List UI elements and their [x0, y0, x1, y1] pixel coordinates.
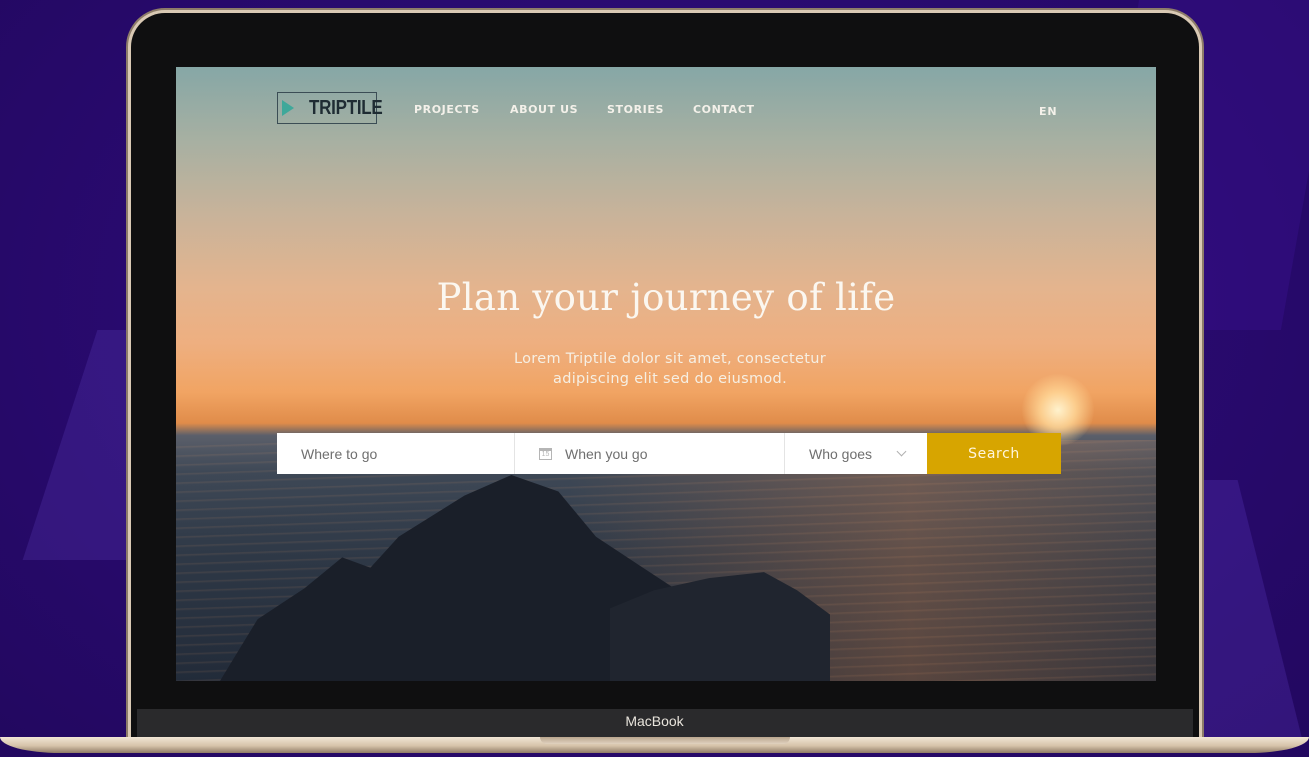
- calendar-icon: 15: [539, 447, 552, 460]
- nav-item-projects[interactable]: PROJECTS: [414, 103, 480, 116]
- play-triangle-icon: [282, 100, 294, 116]
- logo-text: TRIPTILE: [309, 97, 383, 119]
- nav-item-about-us[interactable]: ABOUT US: [510, 103, 578, 116]
- language-selector[interactable]: EN: [1039, 105, 1057, 118]
- who-goes-select[interactable]: Who goes: [785, 433, 927, 474]
- hero-subtitle-line: adipiscing elit sed do eiusmod.: [553, 371, 787, 387]
- calendar-icon-digit: 15: [541, 450, 550, 458]
- nav-item-stories[interactable]: STORIES: [607, 103, 664, 116]
- device-label: MacBook: [625, 713, 684, 729]
- when-you-go-input[interactable]: 15 When you go: [515, 433, 785, 474]
- where-to-go-input[interactable]: Where to go: [277, 433, 515, 474]
- search-button[interactable]: Search: [927, 433, 1061, 474]
- when-placeholder: When you go: [565, 445, 648, 462]
- who-goes-value: Who goes: [809, 445, 873, 462]
- where-placeholder: Where to go: [301, 445, 378, 462]
- search-bar: Where to go 15 When you go Who goes Sear…: [277, 433, 1061, 474]
- laptop-hinge-notch: [540, 737, 790, 744]
- site-logo[interactable]: TRIPTILE: [277, 92, 383, 124]
- hero-title: Plan your journey of life: [436, 276, 896, 319]
- chevron-down-icon: [896, 446, 907, 457]
- nav-item-contact[interactable]: CONTACT: [693, 103, 755, 116]
- hero-subtitle: Lorem Triptile dolor sit amet, consectet…: [420, 349, 920, 389]
- hero-subtitle-line: Lorem Triptile dolor sit amet, consectet…: [514, 351, 826, 367]
